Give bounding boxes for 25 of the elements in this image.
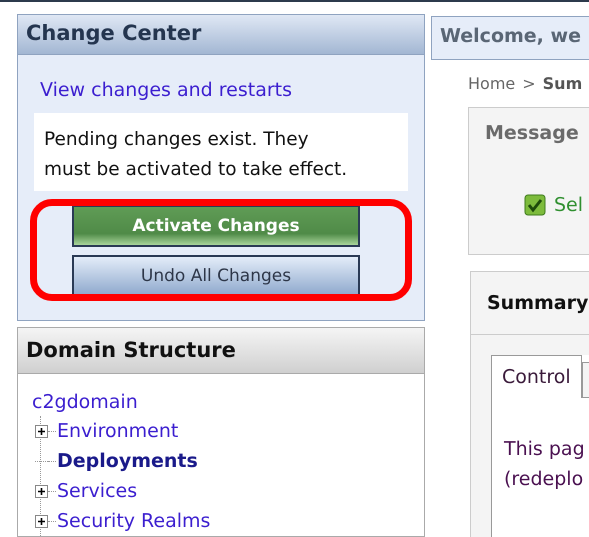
tree-item[interactable]: Services [57, 480, 138, 502]
undo-button[interactable]: Undo All Changes [72, 255, 360, 297]
view-changes-link[interactable]: View changes and restarts [40, 79, 292, 101]
breadcrumb-separator: > [522, 74, 536, 93]
tree-item[interactable]: Security Realms [57, 510, 210, 532]
tree-item[interactable]: c2gdomain [32, 388, 410, 416]
breadcrumb-link[interactable]: Home [468, 74, 516, 93]
panel-title: Message [484, 121, 580, 146]
description-text: (redeplo [504, 467, 584, 492]
tree-item[interactable]: Environment [57, 420, 178, 442]
panel-title: Change Center [18, 15, 424, 55]
message-text: Sel [554, 194, 584, 216]
expand-icon[interactable] [35, 424, 48, 438]
panel-title: Domain Structure [18, 328, 424, 374]
panel-title: Summary [471, 272, 589, 335]
expand-icon[interactable] [35, 514, 48, 528]
description-text: This pag [504, 437, 586, 462]
welcome-text: Welcome, we [440, 25, 581, 47]
breadcrumb-link[interactable]: Sum [542, 74, 582, 93]
tab[interactable]: Control [492, 355, 582, 398]
check-icon [524, 194, 546, 216]
pending-changes-message: Pending changes exist. They must be activated to take effect. [34, 113, 408, 191]
activate-button[interactable]: Activate Changes [72, 205, 360, 247]
expand-icon[interactable] [35, 484, 48, 498]
tree-item[interactable]: Deployments [57, 450, 198, 472]
